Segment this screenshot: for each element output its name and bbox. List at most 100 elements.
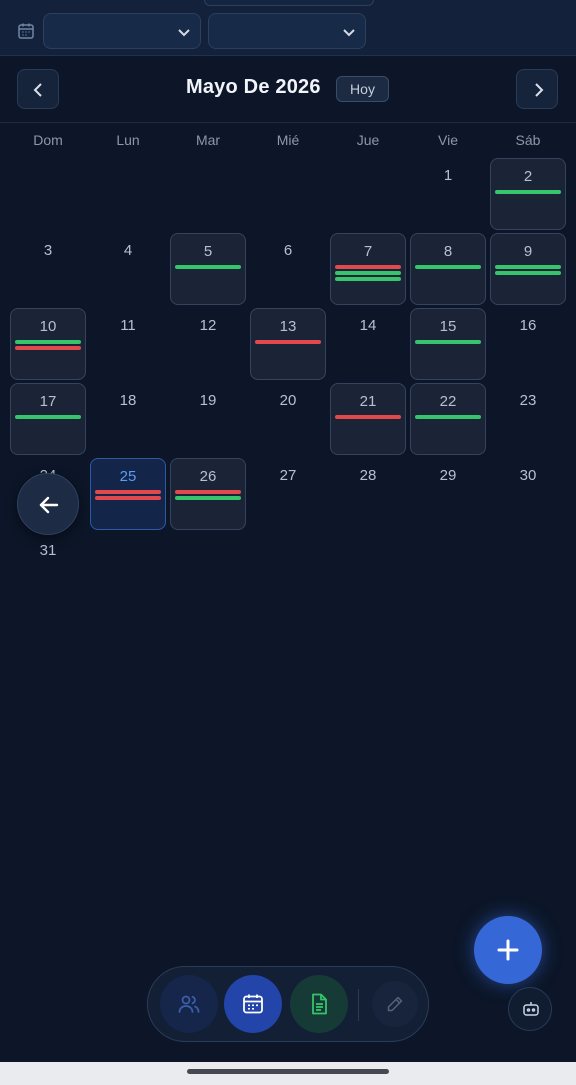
event-bar-red xyxy=(335,265,401,269)
robot-icon xyxy=(523,1002,539,1016)
filter-select-1[interactable] xyxy=(43,13,201,49)
prev-month-button[interactable] xyxy=(17,69,59,109)
day-cell-13[interactable]: 13 xyxy=(250,308,326,380)
event-indicators xyxy=(95,490,161,502)
document-icon xyxy=(312,993,327,1015)
day-cell-11[interactable]: 11 xyxy=(90,308,166,380)
event-bar-green xyxy=(495,265,561,269)
day-number: 20 xyxy=(279,392,297,409)
event-bar-green xyxy=(335,277,401,281)
day-number: 25 xyxy=(119,468,137,485)
dock-calendar-button[interactable] xyxy=(224,975,282,1033)
day-cell-10[interactable]: 10 xyxy=(10,308,86,380)
weekday-label: Lun xyxy=(116,132,140,148)
day-number: 6 xyxy=(283,242,293,259)
day-number: 14 xyxy=(359,317,377,334)
users-icon xyxy=(178,995,200,1013)
day-number: 28 xyxy=(359,467,377,484)
day-number: 11 xyxy=(120,317,136,334)
day-number: 5 xyxy=(203,243,213,260)
day-cell-3[interactable]: 3 xyxy=(10,233,86,305)
day-cell-26[interactable]: 26 xyxy=(170,458,246,530)
day-cell-4[interactable]: 4 xyxy=(90,233,166,305)
event-bar-green xyxy=(495,271,561,275)
day-cell-23[interactable]: 23 xyxy=(490,383,566,455)
day-number: 12 xyxy=(199,317,217,334)
day-cell-9[interactable]: 9 xyxy=(490,233,566,305)
filter-select-2[interactable] xyxy=(208,13,366,49)
day-number: 1 xyxy=(443,167,453,184)
day-cell-31[interactable]: 31 xyxy=(10,533,86,605)
filter-bar xyxy=(0,0,576,56)
day-cell-22[interactable]: 22 xyxy=(410,383,486,455)
event-indicators xyxy=(15,340,81,352)
dock-divider xyxy=(358,989,359,1021)
add-event-button[interactable] xyxy=(474,916,542,984)
day-number: 10 xyxy=(39,318,57,335)
header-divider xyxy=(0,122,576,123)
day-number: 30 xyxy=(519,467,537,484)
day-cell-16[interactable]: 16 xyxy=(490,308,566,380)
event-bar-green xyxy=(335,271,401,275)
collapsed-panel-edge xyxy=(204,0,374,6)
event-indicators xyxy=(495,190,561,196)
day-number: 21 xyxy=(359,393,377,410)
chevron-right-icon xyxy=(535,83,544,97)
event-bar-green xyxy=(495,190,561,194)
day-number: 22 xyxy=(439,393,457,410)
day-cell-17[interactable]: 17 xyxy=(10,383,86,455)
arrow-left-icon xyxy=(39,496,59,514)
event-bar-red xyxy=(95,490,161,494)
event-indicators xyxy=(255,340,321,346)
chevron-down-icon xyxy=(343,29,355,37)
dock-contacts-button[interactable] xyxy=(160,975,218,1033)
day-cell-8[interactable]: 8 xyxy=(410,233,486,305)
event-bar-green xyxy=(15,415,81,419)
event-indicators xyxy=(335,265,401,283)
assistant-button[interactable] xyxy=(508,987,552,1031)
day-cell-30[interactable]: 30 xyxy=(490,458,566,530)
today-button[interactable]: Hoy xyxy=(336,76,389,102)
day-cell-20[interactable]: 20 xyxy=(250,383,326,455)
event-bar-green xyxy=(175,496,241,500)
day-cell-15[interactable]: 15 xyxy=(410,308,486,380)
event-bar-red xyxy=(175,490,241,494)
day-cell-19[interactable]: 19 xyxy=(170,383,246,455)
chevron-left-icon xyxy=(33,83,42,97)
event-indicators xyxy=(415,340,481,346)
day-cell-25[interactable]: 25 xyxy=(90,458,166,530)
back-button[interactable] xyxy=(17,473,79,535)
event-indicators xyxy=(415,265,481,271)
weekday-label: Dom xyxy=(33,132,63,148)
event-bar-green xyxy=(15,340,81,344)
chevron-down-icon xyxy=(178,29,190,37)
day-number: 15 xyxy=(439,318,457,335)
day-cell-1[interactable]: 1 xyxy=(410,158,486,230)
event-indicators xyxy=(495,265,561,277)
day-number: 4 xyxy=(123,242,133,259)
day-cell-21[interactable]: 21 xyxy=(330,383,406,455)
pencil-icon xyxy=(387,996,403,1012)
dock-edit-button[interactable] xyxy=(372,981,418,1027)
day-cell-14[interactable]: 14 xyxy=(330,308,406,380)
day-number: 13 xyxy=(279,318,297,335)
event-bar-red xyxy=(255,340,321,344)
day-number: 2 xyxy=(523,168,533,185)
event-bar-red xyxy=(335,415,401,419)
day-cell-2[interactable]: 2 xyxy=(490,158,566,230)
day-number: 31 xyxy=(39,542,57,559)
home-indicator[interactable] xyxy=(187,1069,389,1074)
day-cell-7[interactable]: 7 xyxy=(330,233,406,305)
dock-documents-button[interactable] xyxy=(290,975,348,1033)
day-cell-28[interactable]: 28 xyxy=(330,458,406,530)
day-cell-6[interactable]: 6 xyxy=(250,233,326,305)
day-number: 23 xyxy=(519,392,537,409)
day-cell-5[interactable]: 5 xyxy=(170,233,246,305)
weekday-label: Vie xyxy=(438,132,458,148)
day-cell-12[interactable]: 12 xyxy=(170,308,246,380)
next-month-button[interactable] xyxy=(516,69,558,109)
day-number: 29 xyxy=(439,467,457,484)
day-cell-29[interactable]: 29 xyxy=(410,458,486,530)
day-cell-27[interactable]: 27 xyxy=(250,458,326,530)
day-cell-18[interactable]: 18 xyxy=(90,383,166,455)
